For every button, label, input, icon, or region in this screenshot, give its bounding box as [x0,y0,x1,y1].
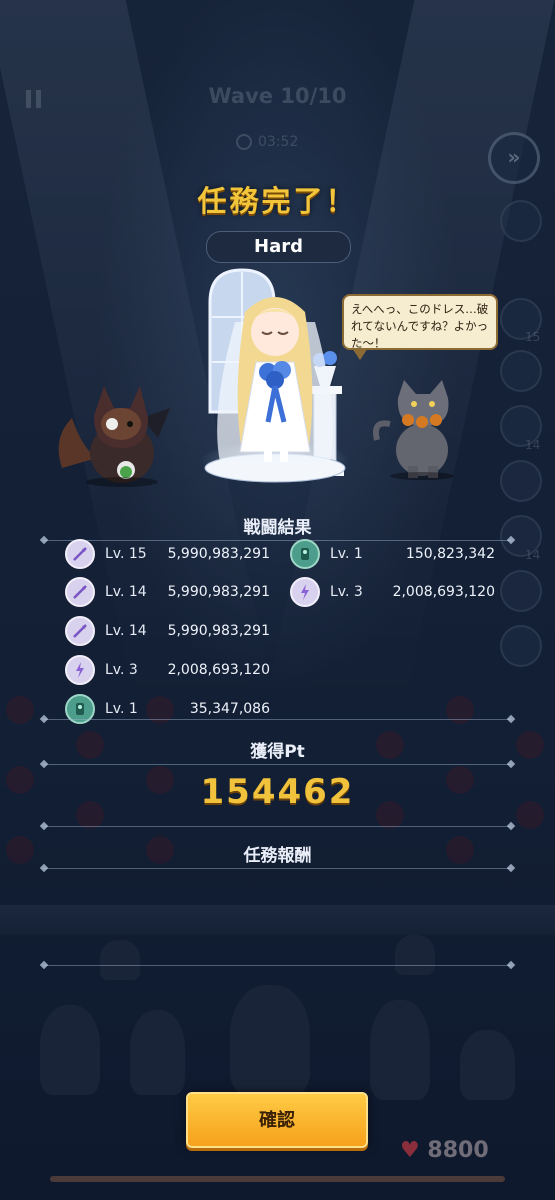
result-row: Lv. 1 35,347,086 [65,692,270,726]
weapon-level: Lv. 3 [330,584,363,600]
result-row: Lv. 3 2,008,693,120 [65,653,270,687]
battle-results-header: 戦闘結果 [243,518,312,538]
hp-bar [50,1176,505,1182]
result-row: Lv. 15 5,990,983,291 [65,537,270,571]
result-row: Lv. 1 150,823,342 [290,537,495,571]
gray-cat-character [372,380,454,480]
spear-weapon-icon [65,616,95,646]
spear-weapon-icon [65,539,95,569]
bride-character [204,268,346,483]
divider [44,868,511,869]
points-value: 154462 [200,772,355,812]
hp-display: ♥ 8800 [400,1138,489,1163]
heart-icon: ♥ [400,1138,420,1163]
hooded-cat-character [58,386,170,487]
weapon-level: Lv. 14 [105,584,147,600]
difficulty-badge: Hard [206,231,351,263]
points-header: 獲得Pt [250,742,305,762]
damage-value: 150,823,342 [405,546,495,562]
green-totem-icon [290,539,320,569]
result-row: Lv. 3 2,008,693,120 [290,575,495,609]
result-row: Lv. 14 5,990,983,291 [65,575,270,609]
weapon-level: Lv. 3 [105,662,138,678]
reward-header: 任務報酬 [243,846,312,866]
weapon-level: Lv. 1 [330,546,363,562]
divider [44,764,511,765]
result-row: Lv. 14 5,990,983,291 [65,614,270,648]
lightning-weapon-icon [65,655,95,685]
damage-value: 5,990,983,291 [167,546,270,562]
lightning-weapon-icon [290,577,320,607]
confirm-button[interactable]: 確認 [186,1092,368,1148]
damage-value: 5,990,983,291 [167,623,270,639]
weapon-level: Lv. 1 [105,701,138,717]
damage-value: 2,008,693,120 [392,584,495,600]
weapon-level: Lv. 15 [105,546,147,562]
hp-value: 8800 [427,1138,489,1163]
damage-value: 2,008,693,120 [167,662,270,678]
result-title: 任務完了！ [197,184,358,218]
weapon-level: Lv. 14 [105,623,147,639]
speech-bubble-tail [352,348,368,360]
divider [44,965,511,966]
damage-value: 5,990,983,291 [167,584,270,600]
spear-weapon-icon [65,577,95,607]
damage-value: 35,347,086 [189,701,270,717]
speech-bubble: えへへっ、このドレス…破れてないんですね？よかった～！ [342,294,498,350]
divider [44,719,511,720]
divider [44,826,511,827]
